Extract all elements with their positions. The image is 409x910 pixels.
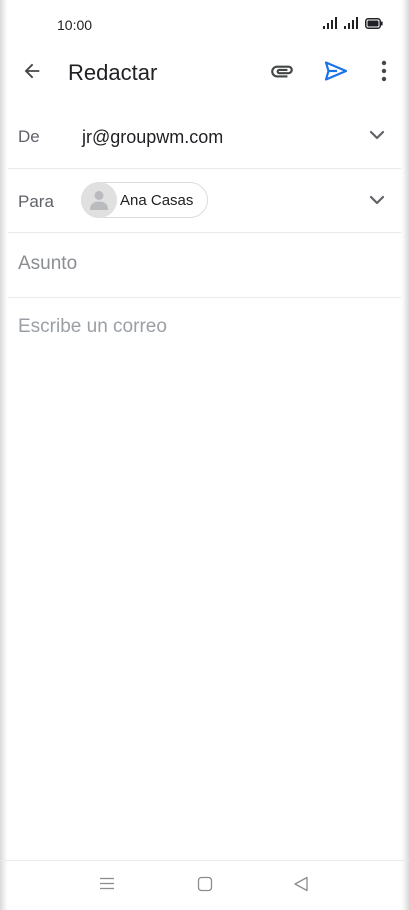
subject-input[interactable] [18,253,388,275]
back-triangle-icon [293,876,309,897]
page-title: Redactar [68,60,158,85]
body-input[interactable] [18,316,388,836]
chevron-down-icon [369,192,385,210]
paperclip-icon [269,58,295,89]
status-time: 10:00 [57,17,93,33]
nav-home-button[interactable] [194,875,216,897]
phone-screen: 10:00 Redactar De jr@groupwm.com Para An… [0,0,409,910]
send-button[interactable] [321,59,351,87]
from-label: De [18,127,40,146]
subject-row [8,233,401,298]
from-account[interactable]: jr@groupwm.com [82,127,223,148]
recipient-name: Ana Casas [120,191,194,209]
chevron-down-icon [369,127,385,145]
nav-back-button[interactable] [290,875,312,897]
system-nav-bar [0,860,409,910]
app-bar: Redactar [0,50,409,96]
more-vert-icon [381,60,387,87]
recipient-chip[interactable]: Ana Casas [81,182,209,218]
back-button[interactable] [18,59,46,87]
device-frame-right [401,0,409,910]
attach-button[interactable] [267,59,297,87]
to-expand-button[interactable] [367,191,387,211]
to-row: Para Ana Casas [8,169,401,233]
status-bar: 10:00 [0,0,409,50]
device-frame-left [0,0,8,910]
person-icon [81,182,117,218]
status-icons [323,16,383,34]
more-options-button[interactable] [372,59,396,87]
send-icon [323,59,349,88]
signal-icon [344,16,360,34]
from-expand-button[interactable] [367,126,387,146]
signal-icon [323,16,339,34]
menu-icon [99,877,115,895]
to-label: Para [18,192,54,211]
nav-menu-button[interactable] [96,875,118,897]
from-row: De jr@groupwm.com [8,105,401,169]
battery-icon [365,16,383,34]
arrow-back-icon [21,60,43,87]
home-square-icon [197,876,213,897]
